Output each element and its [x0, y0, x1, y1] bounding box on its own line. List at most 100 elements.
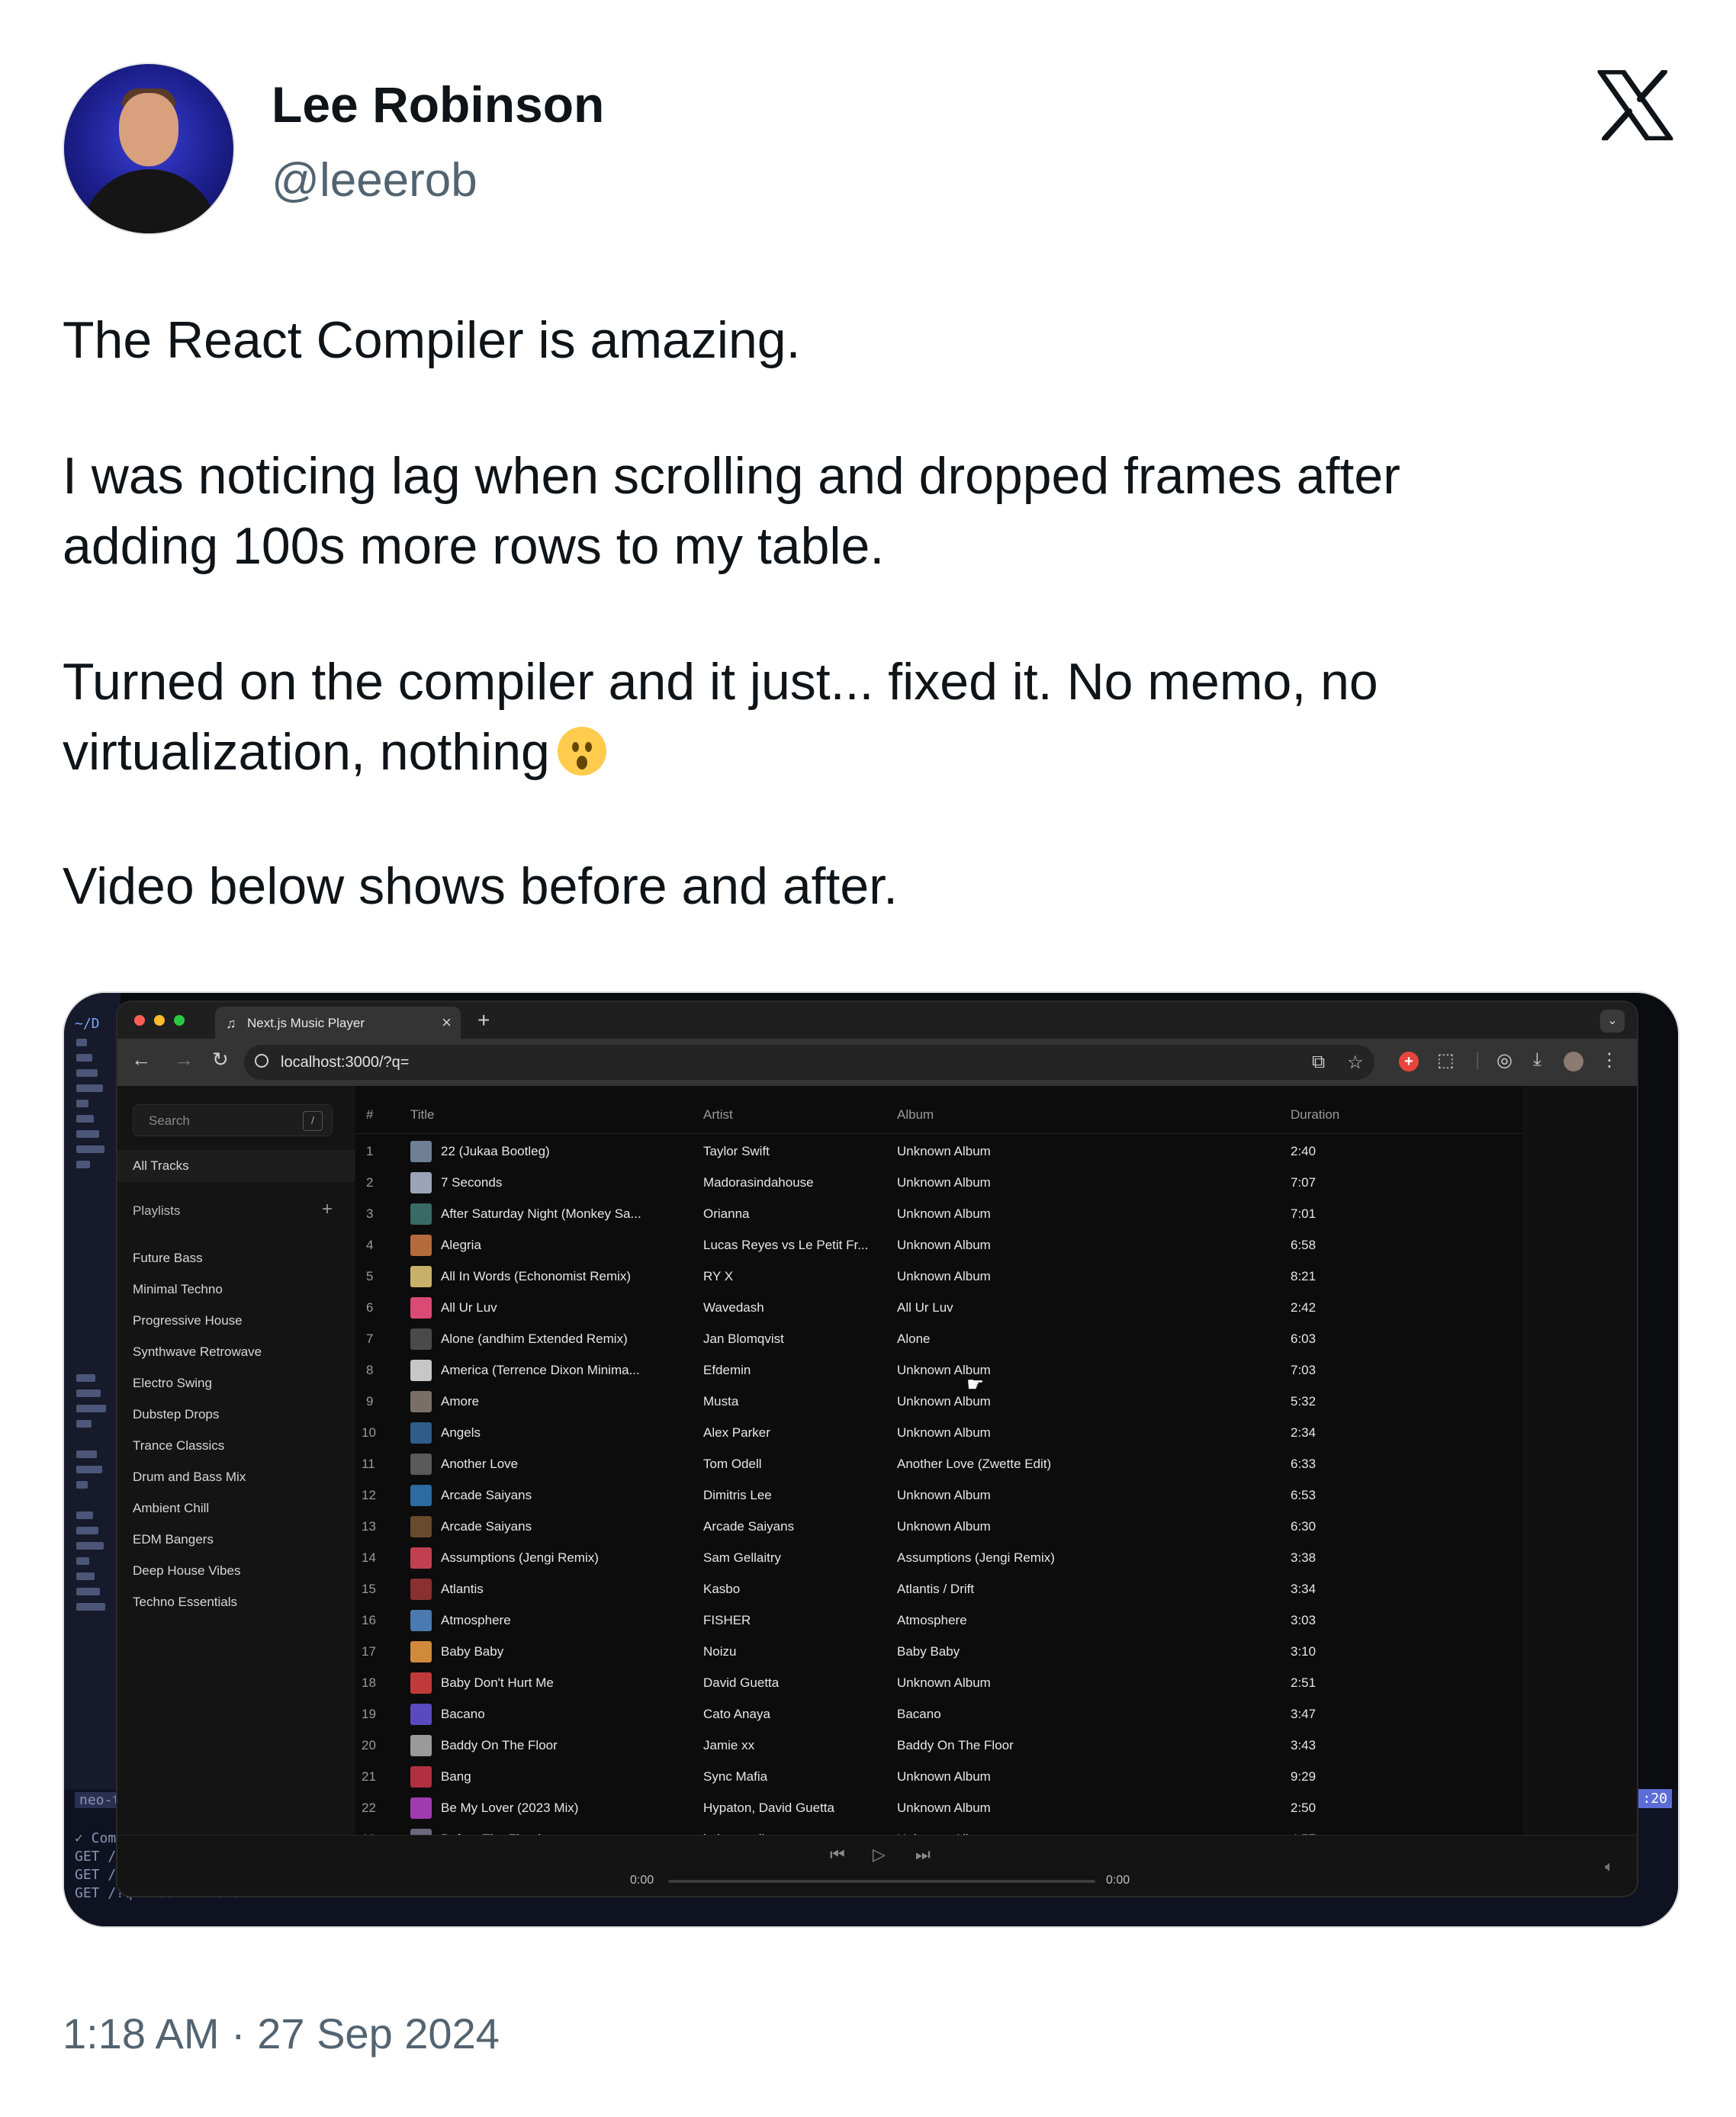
track-album: Atmosphere	[897, 1613, 967, 1627]
author-name[interactable]: Lee Robinson	[272, 79, 604, 130]
extensions-puzzle-icon[interactable]: ⬚	[1437, 1049, 1455, 1071]
table-row[interactable]: 22 Be My Lover (2023 Mix) Hypaton, David G…	[355, 1794, 1522, 1822]
table-row[interactable]: 2 7 Seconds Madorasindahouse Unknown Album 7…	[355, 1169, 1522, 1197]
table-row[interactable]: 12 Arcade Saiyans Dimitris Lee Unknown Albu…	[355, 1482, 1522, 1509]
x-logo-icon[interactable]	[1597, 70, 1673, 140]
progress-slider[interactable]	[668, 1880, 1095, 1883]
sidebar-item-playlist[interactable]: Future Bass	[133, 1251, 203, 1266]
track-number: 2	[366, 1175, 374, 1190]
sidebar-item-playlist[interactable]: Deep House Vibes	[133, 1563, 240, 1579]
sidebar-item-playlist[interactable]: Techno Essentials	[133, 1595, 237, 1610]
tweet-video[interactable]: ~/D neo-t ✓ Com GET / GET / GET /?q= 200…	[63, 991, 1680, 1928]
table-row[interactable]: 18 Baby Don't Hurt Me David Guetta Unknown …	[355, 1669, 1522, 1697]
address-bar[interactable]: localhost:3000/?q= ⧉ ☆	[244, 1045, 1374, 1080]
browser-tab[interactable]: ♫ Next.js Music Player ×	[215, 1007, 461, 1039]
sidebar-item-playlist[interactable]: Trance Classics	[133, 1438, 224, 1454]
table-row[interactable]: 21 Bang Sync Mafia Unknown Album 9:29	[355, 1763, 1522, 1791]
table-row[interactable]: 1 22 (Jukaa Bootleg) Taylor Swift Unknown A…	[355, 1138, 1522, 1165]
terminal-tree-line	[76, 1054, 92, 1062]
sidebar-item-playlist[interactable]: Ambient Chill	[133, 1501, 209, 1516]
site-info-icon[interactable]	[255, 1054, 268, 1068]
download-icon[interactable]: ⤓	[1533, 1049, 1542, 1071]
track-album: Assumptions (Jengi Remix)	[897, 1550, 1055, 1565]
album-art-thumbnail	[410, 1391, 432, 1412]
table-row[interactable]: 13 Arcade Saiyans Arcade Saiyans Unknown Al…	[355, 1513, 1522, 1540]
column-header-number[interactable]: #	[366, 1107, 373, 1123]
minimize-window-button[interactable]	[154, 1015, 165, 1026]
browser-tabbar: ♫ Next.js Music Player × + ⌄	[117, 1002, 1637, 1039]
table-row[interactable]: 6 All Ur Luv Wavedash All Ur Luv 2:42	[355, 1294, 1522, 1322]
sidebar-item-playlist[interactable]: Drum and Bass Mix	[133, 1470, 246, 1485]
track-duration: 3:10	[1291, 1644, 1316, 1659]
back-arrow-icon[interactable]: ←	[131, 1048, 151, 1071]
sidebar-item-playlist[interactable]: Electro Swing	[133, 1376, 212, 1391]
table-row[interactable]: 3 After Saturday Night (Monkey Sa... Orian…	[355, 1200, 1522, 1228]
tab-search-chevron-icon[interactable]: ⌄	[1600, 1010, 1625, 1033]
column-header-title[interactable]: Title	[410, 1107, 435, 1123]
search-input[interactable]: Search /	[133, 1104, 333, 1136]
tracks-table: # Title Artist Album Duration 1 22 (Jukaa…	[355, 1086, 1522, 1896]
astonished-face-emoji-icon	[557, 727, 606, 776]
track-artist: Sam Gellaitry	[703, 1550, 782, 1565]
track-artist: Arcade Saiyans	[703, 1519, 795, 1534]
extension-red-icon[interactable]: +	[1399, 1052, 1419, 1071]
table-row[interactable]: 4 Alegria Lucas Reyes vs Le Petit Fr... Unk…	[355, 1232, 1522, 1259]
forward-arrow-icon[interactable]: →	[174, 1048, 194, 1071]
total-time: 0:00	[1106, 1874, 1130, 1887]
table-row[interactable]: 16 Atmosphere FISHER Atmosphere 3:03	[355, 1607, 1522, 1634]
install-app-icon[interactable]: ⧉	[1312, 1052, 1325, 1073]
table-row[interactable]: 7 Alone (andhim Extended Remix) Jan Blomqv…	[355, 1325, 1522, 1353]
sidebar-item-playlist[interactable]: EDM Bangers	[133, 1532, 214, 1547]
track-number: 14	[362, 1550, 376, 1565]
table-row[interactable]: 5 All In Words (Echonomist Remix) RY X Unkn…	[355, 1263, 1522, 1290]
add-playlist-button[interactable]: +	[322, 1199, 333, 1220]
track-duration: 2:42	[1291, 1300, 1316, 1315]
kebab-menu-icon[interactable]: ⋮	[1600, 1049, 1619, 1071]
terminal-tree-line	[76, 1145, 104, 1153]
tweet-timestamp[interactable]: 1:18 AM · 27 Sep 2024	[63, 2009, 500, 2058]
previous-track-icon[interactable]: ⏮	[830, 1845, 845, 1865]
table-row[interactable]: 8 America (Terrence Dixon Minima... Efdemi…	[355, 1357, 1522, 1384]
track-album: Unknown Album	[897, 1425, 991, 1440]
maximize-window-button[interactable]	[174, 1015, 185, 1026]
close-window-button[interactable]	[134, 1015, 145, 1026]
terminal-log-line: GET /	[75, 1867, 117, 1883]
terminal-tree-line	[76, 1603, 105, 1611]
table-row[interactable]: 9 Amore Musta Unknown Album 5:32	[355, 1388, 1522, 1415]
table-row[interactable]: 15 Atlantis Kasbo Atlantis / Drift 3:34	[355, 1576, 1522, 1603]
table-row[interactable]: 10 Angels Alex Parker Unknown Album 2:34	[355, 1419, 1522, 1447]
column-header-artist[interactable]: Artist	[703, 1107, 733, 1123]
track-duration: 3:38	[1291, 1550, 1316, 1565]
elapsed-time: 0:00	[630, 1874, 654, 1887]
reload-icon[interactable]: ↻	[212, 1048, 229, 1071]
column-header-duration[interactable]: Duration	[1291, 1107, 1339, 1123]
table-row[interactable]: 19 Bacano Cato Anaya Bacano 3:47	[355, 1701, 1522, 1728]
profile-avatar[interactable]	[1564, 1052, 1583, 1071]
album-art-thumbnail	[410, 1328, 432, 1350]
sidebar-item-all-tracks[interactable]: All Tracks	[117, 1150, 355, 1182]
album-art-thumbnail	[410, 1547, 432, 1569]
sidebar-item-playlist[interactable]: Progressive House	[133, 1313, 243, 1328]
bookmark-star-icon[interactable]: ☆	[1347, 1052, 1364, 1074]
track-duration: 6:58	[1291, 1238, 1316, 1252]
toolbar-divider: |	[1475, 1049, 1480, 1070]
next-track-icon[interactable]: ⏭	[915, 1845, 931, 1865]
table-row[interactable]: 20 Baddy On The Floor Jamie xx Baddy On The…	[355, 1732, 1522, 1759]
new-tab-button[interactable]: +	[477, 1008, 490, 1033]
track-artist: Noizu	[703, 1644, 737, 1659]
track-title: Baby Don't Hurt Me	[441, 1675, 554, 1690]
author-avatar[interactable]	[63, 63, 235, 235]
volume-icon[interactable]: 🔈︎	[1605, 1858, 1614, 1876]
table-row[interactable]: 14 Assumptions (Jengi Remix) Sam Gellaitry…	[355, 1544, 1522, 1572]
sidebar-item-playlist[interactable]: Minimal Techno	[133, 1282, 223, 1297]
extension-icon[interactable]: ◎	[1496, 1049, 1513, 1071]
table-row[interactable]: 17 Baby Baby Noizu Baby Baby 3:10	[355, 1638, 1522, 1666]
sidebar-item-playlist[interactable]: Dubstep Drops	[133, 1407, 219, 1422]
play-icon[interactable]: ▷	[873, 1845, 886, 1865]
tab-close-icon[interactable]: ×	[442, 1013, 452, 1033]
search-shortcut-key: /	[303, 1111, 323, 1131]
column-header-album[interactable]: Album	[897, 1107, 934, 1123]
sidebar-item-playlist[interactable]: Synthwave Retrowave	[133, 1344, 262, 1360]
table-row[interactable]: 11 Another Love Tom Odell Another Love (Zwe…	[355, 1450, 1522, 1478]
author-handle[interactable]: @leeerob	[272, 157, 477, 204]
